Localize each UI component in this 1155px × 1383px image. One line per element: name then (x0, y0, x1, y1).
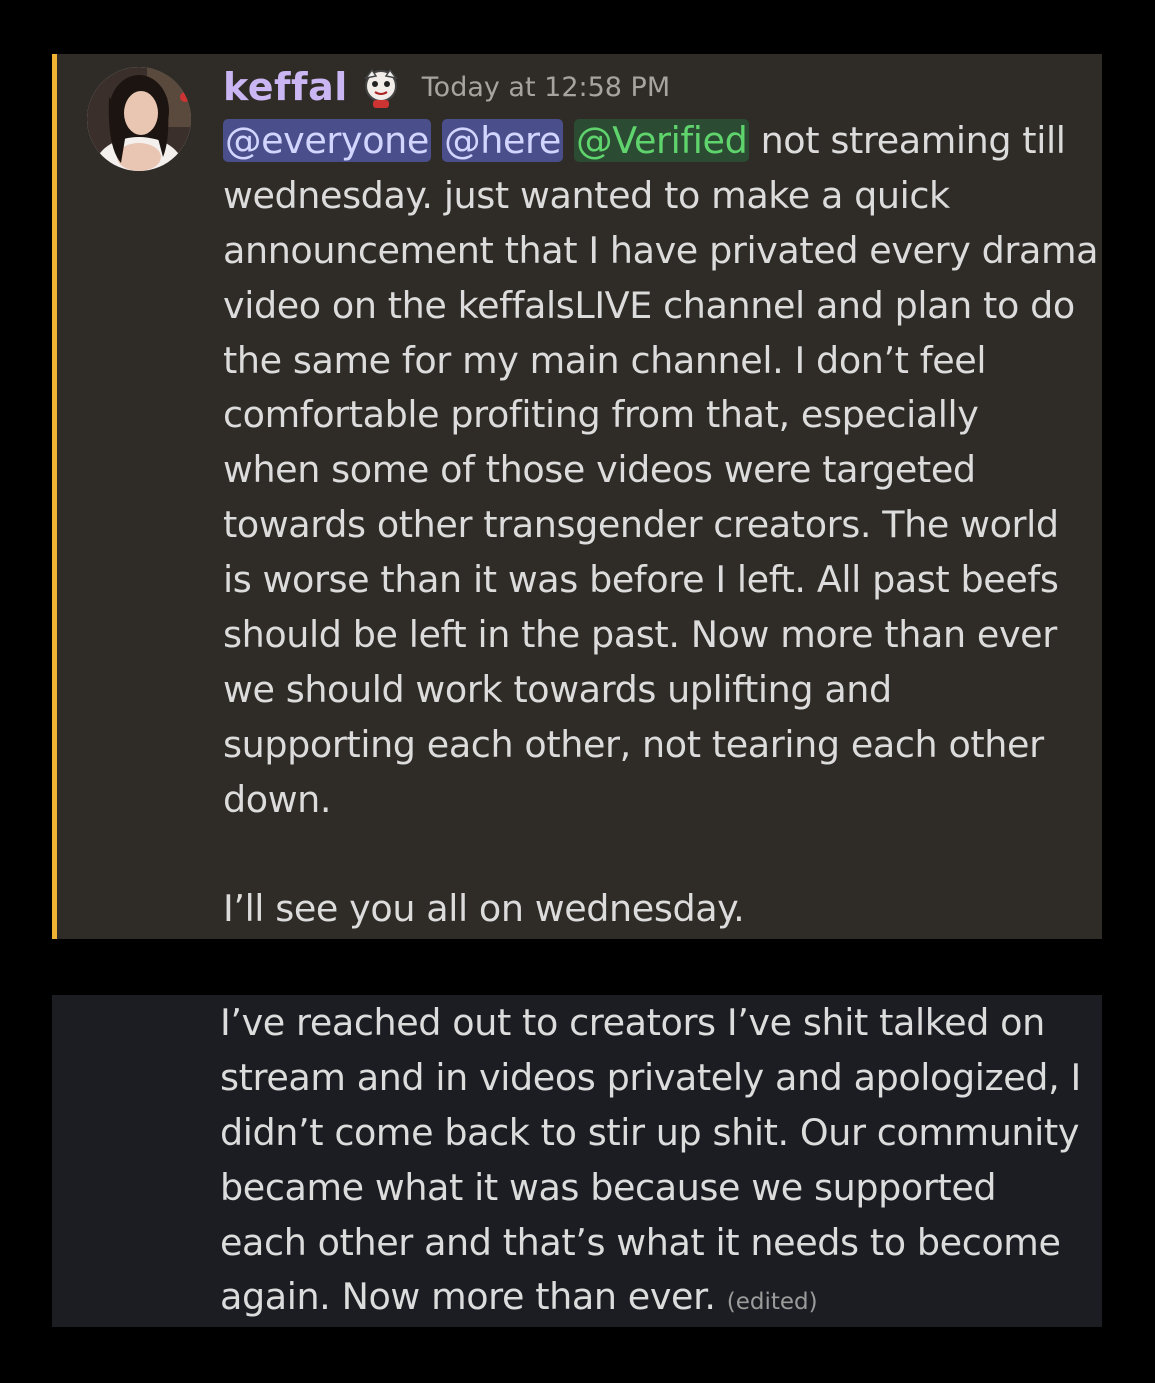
message-line: towards other transgender creators. The … (223, 503, 1059, 547)
line-text: not streaming till (749, 119, 1066, 162)
message-line: supporting each other, not tearing each … (223, 722, 1044, 766)
message-content: @everyone @here @Verified not streaming … (223, 114, 1099, 937)
followup-line: didn’t come back to stir up shit. Our co… (220, 1110, 1080, 1154)
message-line: down. (223, 777, 332, 821)
followup-line: stream and in videos privately and apolo… (220, 1055, 1081, 1099)
mention-here[interactable]: @here (442, 119, 563, 162)
followup-content: I’ve reached out to creators I’ve shit t… (220, 996, 1090, 1325)
message-line: should be left in the past. Now more tha… (223, 613, 1057, 657)
followup-line: again. Now more than ever. (edited) (220, 1270, 1090, 1325)
message-line: @everyone @here @Verified not streaming … (223, 114, 1093, 169)
username[interactable]: keffal (223, 65, 348, 109)
highlighted-message: keffal Today at 12:58 PM @everyone @here… (52, 54, 1102, 939)
mention-verified[interactable]: @Verified (574, 119, 750, 162)
edited-label: (edited) (726, 1289, 818, 1316)
message-line: announcement that I have privated every … (223, 228, 1099, 272)
followup-line: became what it was because we supported (220, 1165, 997, 1209)
message-header: keffal Today at 12:58 PM (223, 62, 670, 112)
message-line (223, 828, 1093, 883)
message-line: is worse than it was before I left. All … (223, 558, 1059, 602)
badge-icon[interactable] (358, 64, 404, 110)
message-line: we should work towards uplifting and (223, 667, 892, 711)
followup-message: I’ve reached out to creators I’ve shit t… (52, 995, 1102, 1327)
message-line: wednesday. just wanted to make a quick (223, 173, 950, 217)
message-line: comfortable profiting from that, especia… (223, 393, 979, 437)
followup-line: I’ve reached out to creators I’ve shit t… (220, 1001, 1045, 1044)
message-line: I’ll see you all on wednesday. (223, 887, 745, 931)
message-line: when some of those videos were targeted (223, 448, 976, 492)
message-line: the same for my main channel. I don’t fe… (223, 338, 987, 382)
line-text: again. Now more than ever. (220, 1275, 716, 1319)
followup-line: each other and that’s what it needs to b… (220, 1220, 1061, 1264)
mention-everyone[interactable]: @everyone (223, 119, 431, 162)
message-line: video on the keffalsLIVE channel and pla… (223, 283, 1075, 327)
timestamp: Today at 12:58 PM (421, 71, 671, 103)
avatar[interactable] (87, 67, 191, 171)
